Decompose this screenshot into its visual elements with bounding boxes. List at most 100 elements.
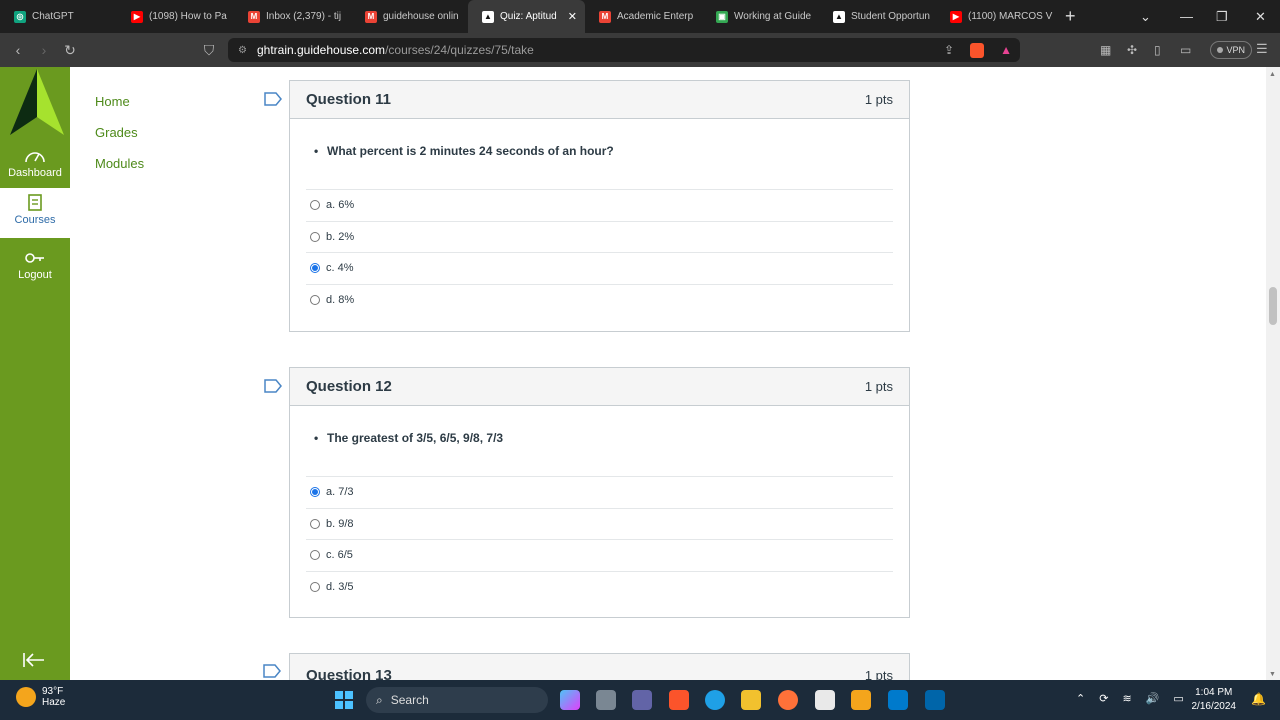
answer-option[interactable]: c. 4%: [306, 252, 893, 284]
back-arrow-icon[interactable]: ‹: [5, 42, 31, 58]
course-nav-grades[interactable]: Grades: [95, 125, 144, 156]
file-explorer-icon[interactable]: [741, 690, 761, 710]
answer-radio[interactable]: [310, 263, 320, 274]
weather-widget[interactable]: 93°F Haze: [16, 686, 65, 708]
volume-icon[interactable]: 🔊: [1146, 692, 1160, 705]
answer-option[interactable]: c. 6/5: [306, 539, 893, 571]
answer-option[interactable]: d. 3/5: [306, 570, 893, 603]
clock-time: 1:04 PM: [1195, 687, 1233, 698]
show-hidden-icons-icon[interactable]: ⌃: [1076, 692, 1085, 705]
edge-icon[interactable]: [705, 690, 725, 710]
firefox-icon[interactable]: [778, 690, 798, 710]
cloudflare-icon[interactable]: [851, 690, 871, 710]
vpn-label: VPN: [1226, 45, 1245, 55]
answer-radio[interactable]: [310, 581, 320, 592]
answer-option[interactable]: b. 2%: [306, 220, 893, 253]
collapse-nav-icon[interactable]: [22, 652, 46, 668]
scrollbar-thumb[interactable]: [1269, 287, 1277, 325]
tab-label: guidehouse onlin: [383, 11, 459, 22]
clock[interactable]: 1:04 PM 2/16/2024: [1192, 686, 1237, 714]
brave-browser-icon[interactable]: [669, 690, 689, 710]
copilot-icon[interactable]: [560, 690, 580, 710]
start-button[interactable]: [335, 691, 353, 709]
answer-radio[interactable]: [310, 550, 320, 561]
question-header: Question 12 1 pts: [290, 368, 909, 406]
minimize-button[interactable]: —: [1180, 0, 1193, 33]
battery-icon[interactable]: ▭: [1173, 692, 1183, 705]
vpn-button[interactable]: VPN: [1210, 41, 1252, 59]
tab-favicon-icon: ▲: [833, 10, 845, 23]
answer-option[interactable]: a. 6%: [306, 189, 893, 221]
share-icon[interactable]: ⇪: [944, 43, 954, 57]
teams-icon[interactable]: [632, 690, 652, 710]
notification-bell-icon[interactable]: 🔔: [1251, 692, 1266, 706]
nav-dashboard[interactable]: Dashboard: [0, 147, 70, 179]
brave-shield-icon[interactable]: [970, 42, 984, 58]
address-bar[interactable]: ⚙ ghtrain.guidehouse.com/courses/24/quiz…: [228, 38, 1020, 62]
vscode-icon[interactable]: [888, 690, 908, 710]
answer-option[interactable]: d. 8%: [306, 283, 893, 316]
task-view-icon[interactable]: [596, 690, 616, 710]
answer-radio[interactable]: [310, 487, 320, 498]
menu-icon[interactable]: ☰: [1256, 41, 1268, 57]
answer-option[interactable]: b. 9/8: [306, 507, 893, 540]
nav-courses[interactable]: Courses: [0, 188, 70, 238]
answer-radio[interactable]: [310, 294, 320, 305]
reload-icon[interactable]: ↻: [57, 42, 83, 59]
browser-tab[interactable]: M Academic Enterp: [585, 0, 702, 33]
tab-search-chevron-icon[interactable]: ⌄: [1140, 0, 1151, 33]
new-tab-button[interactable]: +: [1053, 6, 1088, 27]
answer-option[interactable]: a. 7/3: [306, 476, 893, 508]
tab-label: Student Opportun: [851, 11, 930, 22]
browser-tab[interactable]: ▶ (1098) How to Pa: [117, 0, 234, 33]
browser-tab[interactable]: ▲ Quiz: Aptitud ✕: [468, 0, 585, 33]
browser-tab[interactable]: ▶ (1100) MARCOS V: [936, 0, 1053, 33]
nav-logout[interactable]: Logout: [0, 249, 70, 281]
logout-icon: [25, 253, 44, 263]
url-host: ghtrain.guidehouse.com: [256, 43, 386, 57]
browser-toolbar: ‹ › ↻ ⛉ ⚙ ghtrain.guidehouse.com/courses…: [0, 33, 1280, 67]
maximize-button[interactable]: ❐: [1216, 0, 1228, 33]
sync-icon[interactable]: ⟳: [1099, 692, 1108, 705]
browser-tab[interactable]: ▣ Working at Guide: [702, 0, 819, 33]
page-scrollbar[interactable]: ▲ ▼: [1266, 67, 1280, 680]
answer-radio[interactable]: [310, 231, 320, 242]
question-text: The greatest of 3/5, 6/5, 9/8, 7/3: [290, 406, 909, 476]
browser-tab[interactable]: ▲ Student Opportun: [819, 0, 936, 33]
weather-sun-icon: [16, 687, 36, 707]
sidebar-icon[interactable]: ▯: [1154, 43, 1161, 57]
weather-desc: Haze: [42, 697, 66, 708]
microsoft-store-icon[interactable]: [815, 690, 835, 710]
scroll-up-icon[interactable]: ▲: [1269, 71, 1276, 78]
close-window-button[interactable]: ✕: [1255, 0, 1266, 33]
question-header: Question 13 1 pts: [290, 654, 909, 680]
vscode-insiders-icon[interactable]: [925, 690, 945, 710]
close-tab-icon[interactable]: ✕: [568, 10, 577, 23]
tab-label: (1100) MARCOS V: [968, 11, 1053, 22]
flag-question-icon[interactable]: [264, 379, 282, 393]
answer-label: d. 8%: [326, 293, 355, 306]
puzzle-icon[interactable]: ✣: [1127, 43, 1137, 57]
course-nav-home[interactable]: Home: [95, 94, 144, 125]
flag-question-icon[interactable]: [263, 664, 281, 678]
courses-icon: [28, 194, 42, 211]
forward-arrow-icon[interactable]: ›: [31, 42, 57, 58]
browser-tab[interactable]: M Inbox (2,379) - tij: [234, 0, 351, 33]
answer-radio[interactable]: [310, 200, 320, 211]
scroll-down-icon[interactable]: ▼: [1269, 671, 1276, 678]
brave-rewards-icon[interactable]: ▲: [1000, 43, 1012, 57]
browser-tab[interactable]: ◎ ChatGPT: [0, 0, 117, 33]
wallet-icon[interactable]: ▭: [1180, 43, 1191, 57]
question-points: 1 pts: [864, 92, 893, 107]
flag-question-icon[interactable]: [264, 92, 282, 106]
browser-tab[interactable]: Mguidehouse onlin: [351, 0, 468, 33]
course-nav-modules[interactable]: Modules: [95, 156, 144, 187]
windows-taskbar: 93°F Haze ⌕ Search ⌃ ⟳ ≋ 🔊 ▭ 1:04 PM 2/1…: [0, 680, 1280, 720]
bookmark-icon[interactable]: ⛉: [196, 42, 222, 59]
wifi-icon[interactable]: ≋: [1122, 692, 1131, 705]
guidehouse-logo[interactable]: [10, 69, 64, 139]
site-info-icon[interactable]: ⚙: [238, 45, 247, 56]
extensions-icon[interactable]: ▦: [1100, 43, 1111, 57]
answer-radio[interactable]: [310, 518, 320, 529]
taskbar-search[interactable]: ⌕ Search: [366, 687, 548, 713]
